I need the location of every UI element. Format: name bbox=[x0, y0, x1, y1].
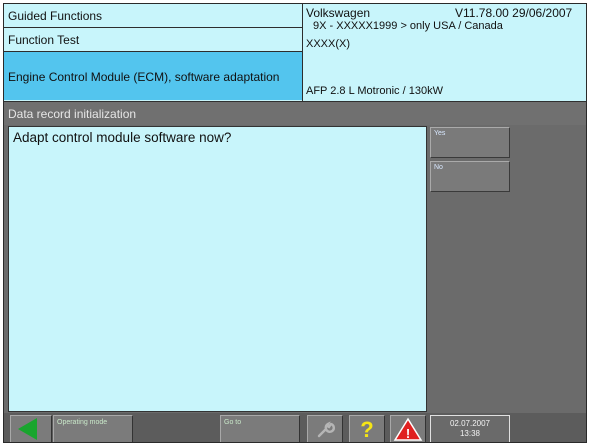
diagnostic-screen: Guided Functions Function Test Engine Co… bbox=[3, 3, 587, 443]
svg-text:!: ! bbox=[406, 426, 410, 441]
dialog-title-bar: Data record initialization bbox=[4, 101, 586, 125]
prompt-question: Adapt control module software now? bbox=[13, 130, 232, 145]
model-range: 9X - XXXXX1999 > only USA / Canada bbox=[313, 20, 503, 32]
nav-item-label: Function Test bbox=[8, 32, 80, 47]
clock-date: 02.07.2007 bbox=[449, 419, 491, 428]
software-version: V11.78.00 29/06/2007 bbox=[455, 6, 573, 20]
warning-triangle-icon: ! bbox=[393, 417, 423, 441]
operating-mode-button[interactable]: Operating mode bbox=[53, 415, 133, 442]
tools-button[interactable] bbox=[307, 415, 343, 442]
nav-item-guided-functions[interactable]: Guided Functions bbox=[4, 4, 302, 28]
clock-time: 13:38 bbox=[459, 429, 481, 438]
go-to-label: Go to bbox=[224, 419, 242, 426]
no-button[interactable]: No bbox=[430, 161, 510, 192]
navigation-path: Guided Functions Function Test Engine Co… bbox=[4, 4, 302, 101]
operating-mode-label: Operating mode bbox=[57, 419, 108, 426]
help-button[interactable]: ? bbox=[349, 415, 385, 442]
bottom-toolbar: Operating mode Go to ? ! 02.07.2007 13:3… bbox=[4, 413, 586, 442]
no-button-label: No bbox=[434, 164, 443, 171]
nav-item-function-test[interactable]: Function Test bbox=[4, 28, 302, 52]
nav-item-current-function[interactable]: Engine Control Module (ECM), software ad… bbox=[4, 52, 302, 100]
date-time-display: 02.07.2007 13:38 bbox=[430, 415, 510, 442]
message-panel: Adapt control module software now? bbox=[8, 126, 427, 412]
go-to-button[interactable]: Go to bbox=[220, 415, 300, 442]
vehicle-make: Volkswagen bbox=[306, 6, 371, 20]
nav-item-label: Guided Functions bbox=[8, 8, 103, 23]
engine-info: AFP 2.8 L Motronic / 130kW bbox=[306, 85, 443, 97]
yes-button-label: Yes bbox=[434, 130, 446, 137]
svg-text:?: ? bbox=[360, 417, 373, 442]
back-arrow-icon bbox=[18, 418, 37, 440]
yes-button[interactable]: Yes bbox=[430, 127, 510, 158]
nav-item-label: Engine Control Module (ECM), software ad… bbox=[8, 70, 280, 84]
warning-button[interactable]: ! bbox=[390, 415, 426, 442]
model-code: XXXX(X) bbox=[306, 38, 351, 50]
dialog-title: Data record initialization bbox=[8, 106, 137, 121]
wrench-icon bbox=[317, 421, 336, 438]
back-button[interactable] bbox=[10, 415, 52, 442]
help-question-icon: ? bbox=[360, 417, 373, 442]
vehicle-info: Volkswagen V11.78.00 29/06/2007 9X - XXX… bbox=[303, 4, 586, 101]
